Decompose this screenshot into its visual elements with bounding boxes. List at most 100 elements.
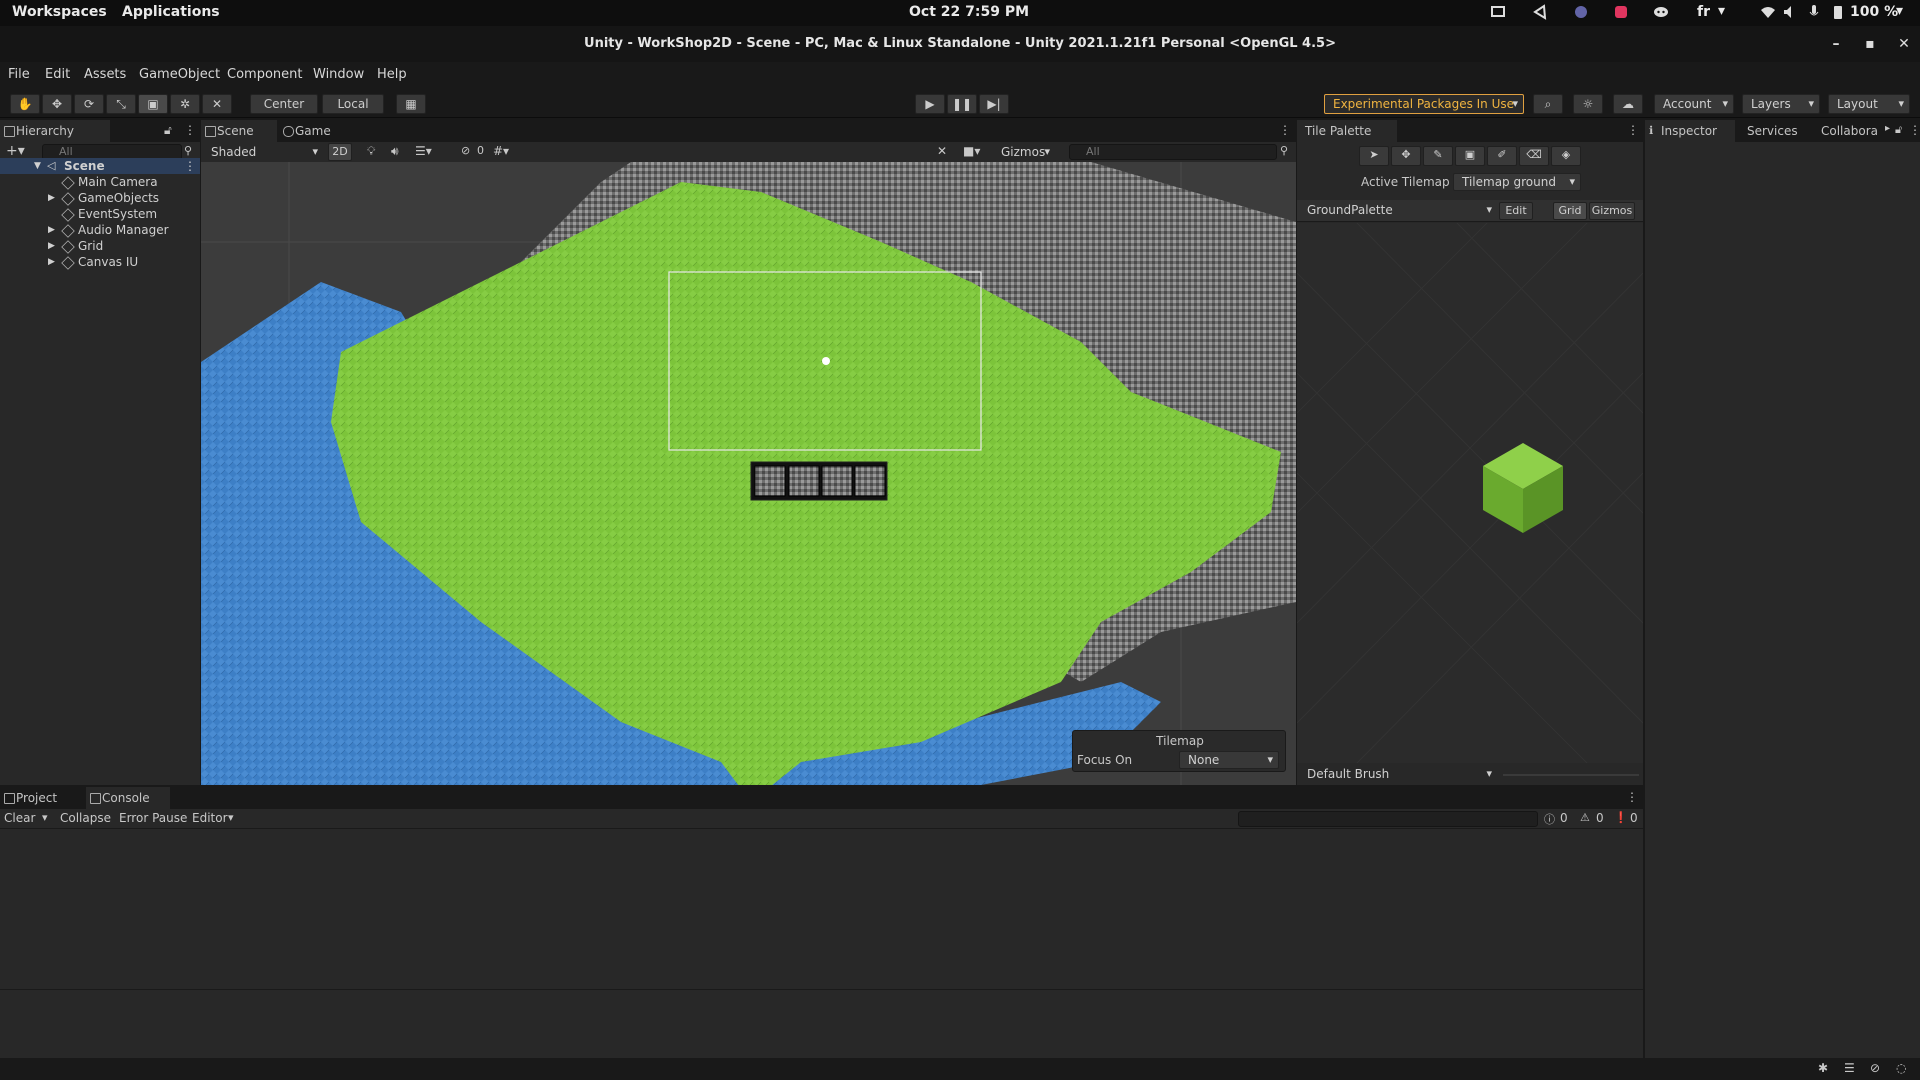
2d-toggle-button[interactable]: 2D	[328, 143, 352, 161]
rotate-tool-icon[interactable]: ⟳	[74, 94, 104, 114]
editor-dropdown[interactable]: Editor	[192, 811, 228, 825]
volume-icon[interactable]	[1782, 4, 1798, 20]
menu-gameobject[interactable]: GameObject	[139, 67, 220, 82]
focus-on-dropdown[interactable]: None	[1179, 751, 1279, 769]
workspaces-menu[interactable]: Workspaces	[12, 4, 107, 20]
pause-button[interactable]: ❚❚	[947, 94, 977, 114]
camera-icon[interactable]: ■▾	[963, 144, 980, 158]
discord-icon[interactable]	[1653, 4, 1669, 20]
tab-game[interactable]: Game	[279, 120, 349, 142]
applications-menu[interactable]: Applications	[122, 4, 220, 20]
hidden-objects-icon[interactable]: ⊘	[461, 144, 470, 157]
layout-dropdown[interactable]: Layout	[1828, 94, 1910, 114]
grid-toggle-button[interactable]: Grid	[1553, 202, 1587, 220]
wifi-icon[interactable]	[1760, 4, 1776, 20]
tabs-overflow-icon[interactable]: ▸	[1885, 123, 1890, 134]
editor-dropdown-chevron-icon[interactable]: ▾	[228, 811, 234, 824]
log-count-icon[interactable]: ⓘ	[1544, 811, 1555, 827]
close-icon[interactable]: ✕	[1894, 26, 1914, 62]
add-icon[interactable]: +▾	[6, 143, 25, 159]
hierarchy-item[interactable]: ▶ GameObjects	[0, 190, 200, 206]
expand-arrow-icon[interactable]: ▶	[48, 222, 55, 238]
keyboard-layout[interactable]: fr	[1697, 4, 1710, 20]
expand-arrow-icon[interactable]: ▶	[48, 190, 55, 206]
scale-tool-icon[interactable]: ⤡	[106, 94, 136, 114]
brush-splitter[interactable]	[1503, 774, 1639, 776]
clock[interactable]: Oct 22 7:59 PM	[909, 4, 1029, 20]
tab-scene[interactable]: Scene	[201, 120, 277, 142]
progress-icon[interactable]: ◌	[1896, 1061, 1906, 1075]
edit-palette-button[interactable]: Edit	[1499, 202, 1533, 220]
tab-console[interactable]: Console	[86, 787, 170, 809]
battery-icon[interactable]	[1830, 4, 1846, 20]
tile-palette-menu-icon[interactable]: ⋮	[1627, 123, 1639, 137]
paint-brush-icon[interactable]: ✎	[1423, 146, 1453, 166]
pivot-mode-button[interactable]: Center	[250, 94, 318, 114]
experimental-packages-dropdown[interactable]: Experimental Packages In Use	[1324, 94, 1524, 114]
eraser-icon[interactable]: ⌫	[1519, 146, 1549, 166]
brush-dropdown[interactable]: Default Brush	[1299, 766, 1497, 784]
menu-window[interactable]: Window	[313, 67, 364, 82]
menu-help[interactable]: Help	[377, 67, 407, 82]
scene-menu-icon[interactable]: ⋮	[184, 158, 196, 174]
grass-tile-icon[interactable]	[1483, 443, 1563, 533]
tab-inspector[interactable]: ℹ Inspector	[1645, 120, 1735, 142]
debug-icon[interactable]: ✱	[1818, 1061, 1828, 1075]
tab-services[interactable]: Services	[1737, 120, 1809, 142]
menu-assets[interactable]: Assets	[84, 67, 126, 82]
rect-tool-icon[interactable]: ▣	[138, 94, 168, 114]
hierarchy-item[interactable]: Main Camera	[0, 174, 200, 190]
step-button[interactable]: ▶|	[979, 94, 1009, 114]
console-search-input[interactable]	[1238, 811, 1538, 827]
hand-tool-icon[interactable]: ✋	[10, 94, 40, 114]
tools-icon[interactable]: ✕	[937, 144, 947, 158]
palette-grid-area[interactable]	[1297, 223, 1643, 763]
clear-options-icon[interactable]: ▾	[42, 811, 48, 824]
teams-icon[interactable]	[1573, 4, 1589, 20]
palette-gizmos-button[interactable]: Gizmos	[1589, 202, 1635, 220]
play-button[interactable]: ▶	[915, 94, 945, 114]
menu-edit[interactable]: Edit	[45, 67, 70, 82]
layers-dropdown[interactable]: Layers	[1742, 94, 1820, 114]
console-menu-icon[interactable]: ⋮	[1626, 790, 1638, 804]
system-menu-chevron-icon[interactable]: ▾	[1896, 3, 1903, 19]
microphone-icon[interactable]	[1806, 4, 1822, 20]
layers-status-icon[interactable]: ☰	[1844, 1061, 1855, 1075]
expand-arrow-icon[interactable]: ▶	[48, 238, 55, 254]
move-tool-icon[interactable]: ✥	[42, 94, 72, 114]
hierarchy-item[interactable]: ▶ Canvas IU	[0, 254, 200, 270]
picker-icon[interactable]: ✐	[1487, 146, 1517, 166]
auto-refresh-icon[interactable]: ⊘	[1870, 1061, 1880, 1075]
error-count-icon[interactable]: ❗	[1614, 811, 1628, 824]
palette-dropdown[interactable]: GroundPalette	[1299, 202, 1497, 220]
expand-scene-icon[interactable]: ▼	[34, 158, 41, 174]
grid-visibility-icon[interactable]: #▾	[493, 144, 509, 158]
tab-collaborate[interactable]: Collabora	[1811, 120, 1883, 142]
tab-tile-palette[interactable]: Tile Palette	[1297, 120, 1397, 142]
scene-viewport[interactable]: Tilemap Focus On None	[201, 162, 1296, 785]
lighting-icon[interactable]: 💡︎	[367, 144, 375, 159]
collab-icon[interactable]: ☼	[1573, 94, 1603, 114]
tab-hierarchy[interactable]: Hierarchy	[0, 120, 110, 142]
inspector-lock-icon[interactable]: 🔓︎	[1895, 123, 1902, 137]
shading-mode-dropdown[interactable]: Shaded	[203, 143, 323, 163]
warning-count-icon[interactable]: ⚠	[1580, 811, 1590, 824]
cloud-icon[interactable]: ☁	[1613, 94, 1643, 114]
clear-button[interactable]: Clear	[4, 811, 35, 825]
keyboard-layout-chevron-icon[interactable]: ▾	[1718, 3, 1725, 19]
expand-arrow-icon[interactable]: ▶	[48, 254, 55, 270]
vscode-icon[interactable]	[1532, 4, 1548, 20]
inspector-menu-icon[interactable]: ⋮	[1909, 123, 1920, 137]
search-icon[interactable]: ⌕	[1533, 94, 1563, 114]
box-fill-icon[interactable]: ▣	[1455, 146, 1485, 166]
tab-project[interactable]: Project	[0, 787, 84, 809]
select-tool-icon[interactable]: ➤	[1359, 146, 1389, 166]
hierarchy-item[interactable]: ▶ Audio Manager	[0, 222, 200, 238]
minimize-icon[interactable]: –	[1826, 26, 1846, 62]
gizmos-dropdown[interactable]: Gizmos	[993, 143, 1055, 163]
scene-row[interactable]: ▼ ◁ Scene ⋮	[0, 158, 200, 174]
error-pause-toggle[interactable]: Error Pause	[119, 811, 187, 825]
account-dropdown[interactable]: Account	[1654, 94, 1734, 114]
grid-snap-icon[interactable]: ▦	[396, 94, 426, 114]
active-tilemap-dropdown[interactable]: Tilemap ground	[1453, 173, 1581, 191]
